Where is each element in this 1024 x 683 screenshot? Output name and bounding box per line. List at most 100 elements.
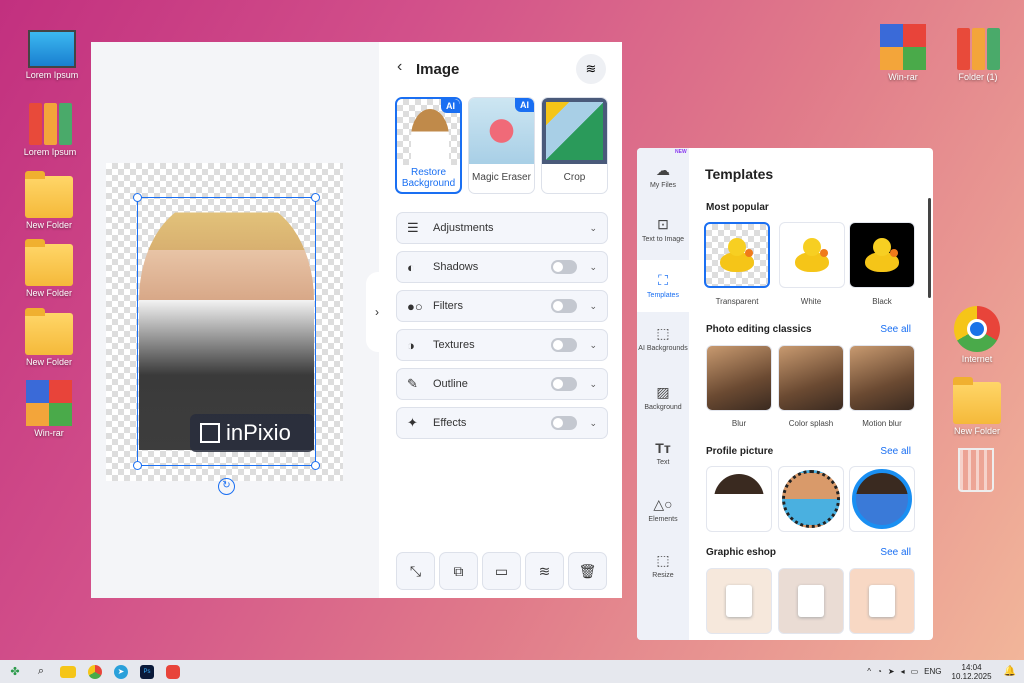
tool-magic-eraser[interactable]: AI Magic Eraser [468,97,535,194]
outline-icon: ✎ [407,376,418,391]
sidebar-item-elements[interactable]: △○ Elements [637,496,689,523]
eshop-template-1[interactable] [706,568,772,634]
layers-order-button[interactable]: ≋ [525,552,564,590]
binders-icon [26,103,74,145]
tool-crop[interactable]: Crop [541,97,608,194]
recycle-bin-icon[interactable] [958,448,994,492]
duplicate-button[interactable]: ⧉ [439,552,478,590]
chevron-down-icon: ⌄ [589,261,597,272]
sidebar-item-text-to-image[interactable]: ⊡ Text to Image [637,216,689,243]
template-motion-blur[interactable] [849,345,915,411]
resize-handle[interactable] [133,193,142,202]
clock[interactable]: 14:04 10.12.2025 [952,663,992,681]
desktop-icon-new-folder-2[interactable]: New Folder [14,239,84,298]
sidebar-item-resize[interactable]: ⬚ Resize [637,552,689,579]
see-all-link[interactable]: See all [880,324,911,335]
profile-template-2[interactable] [778,466,844,532]
chevron-down-icon: ⌄ [589,222,597,233]
folder-icon [25,239,73,286]
outline-row[interactable]: ✎ Outline ⌄ [396,368,608,400]
filters-icon: ●○ [407,298,423,314]
rotate-handle-icon[interactable]: ↻ [218,478,235,495]
sliders-icon: ☰ [407,220,419,235]
sidebar-item-text[interactable]: Tт Text [637,440,689,466]
template-black[interactable] [849,222,915,288]
profile-template-1[interactable] [706,466,772,532]
desktop-icon-internet[interactable]: Internet [942,306,1012,364]
shadows-toggle[interactable] [551,260,578,274]
duck-image [793,238,831,272]
sidebar-item-my-files[interactable]: ☁ My Files [637,162,689,189]
photoshop-icon[interactable]: Ps [140,664,154,679]
network-icon[interactable]: ◔ [877,667,882,676]
textures-toggle[interactable] [551,338,578,352]
desktop-icon-new-folder-3[interactable]: New Folder [14,308,84,367]
editor-canvas[interactable]: inPixio ↻ › [91,42,388,598]
back-button[interactable]: ‹ [397,58,402,76]
textures-row[interactable]: ◑ Textures ⌄ [396,329,608,361]
winrar-icon [26,380,72,426]
template-transparent[interactable] [704,222,770,288]
resize-handle[interactable] [311,461,320,470]
caption: Blur [731,419,747,428]
see-all-link[interactable]: See all [880,547,911,558]
file-explorer-icon[interactable] [60,665,76,678]
start-icon[interactable]: ✤ [4,663,26,681]
delete-button[interactable]: 🗑 [568,552,607,590]
shadows-icon: ◐ [407,259,415,275]
template-color-splash[interactable] [778,345,844,411]
notifications-icon[interactable]: 🔔 [1004,666,1016,677]
templates-window: NEW ☁ My Files ⊡ Text to Image ⛶ Templates … [637,148,933,640]
desktop-icon-lorem-ipsum-monitor[interactable]: Lorem Ipsum [17,30,87,80]
caption: Transparent [715,297,759,306]
template-white[interactable] [779,222,845,288]
elements-icon: △○ [653,496,673,512]
template-blur[interactable] [706,345,772,411]
templates-icon: ⛶ [658,272,668,288]
telegram-icon[interactable]: ➤ [114,664,128,679]
adjustments-row[interactable]: ☰ Adjustments ⌄ [396,212,608,244]
see-all-link[interactable]: See all [880,446,911,457]
effects-toggle[interactable] [551,416,578,430]
sidebar-item-background[interactable]: ▨ Background [637,384,689,411]
new-badge: NEW [675,149,687,155]
caption: White [800,297,822,306]
eshop-template-3[interactable] [849,568,915,634]
sidebar-item-ai-backgrounds[interactable]: ⬚ AI Backgrounds [637,325,689,352]
resize-handle[interactable] [133,461,142,470]
filters-row[interactable]: ●○ Filters ⌄ [396,290,608,322]
chevron-down-icon: ⌄ [589,300,597,311]
chevron-down-icon: ⌄ [589,378,597,389]
display-icon[interactable]: ▭ [911,667,919,676]
monitor-icon [28,30,76,68]
filters-toggle[interactable] [551,299,578,313]
search-icon[interactable]: ⌕ [30,663,52,681]
tool-restore-background[interactable]: AI Restore Background [395,97,462,194]
language-indicator[interactable]: ENG [924,667,941,676]
selection-box[interactable] [137,197,316,466]
effects-row[interactable]: ✦ Effects ⌄ [396,407,608,439]
app-icon[interactable] [166,664,180,679]
outline-toggle[interactable] [551,377,578,391]
eshop-template-2[interactable] [778,568,844,634]
sidebar-item-templates[interactable]: ⛶ Templates [637,260,689,312]
scrollbar[interactable] [928,198,931,298]
desktop-icon-new-folder-right[interactable]: New Folder [942,377,1012,436]
layers-button[interactable]: ≋ [576,54,606,84]
profile-template-3[interactable] [849,466,915,532]
resize-button[interactable]: ⤡ [396,552,435,590]
shadows-row[interactable]: ◐ Shadows ⌄ [396,251,608,283]
flip-button[interactable]: ▭ [482,552,521,590]
desktop-icon-new-folder-1[interactable]: New Folder [14,171,84,230]
tray-chevron-icon[interactable]: ^ [867,667,871,676]
desktop-icon-win-rar-right[interactable]: Win-rar [868,24,938,82]
telegram-tray-icon[interactable]: ➤ [888,667,895,676]
volume-icon[interactable]: ◂ [901,667,905,676]
desktop-icon-lorem-ipsum-binders[interactable]: Lorem Ipsum [15,103,85,157]
folder-icon [25,171,73,218]
resize-handle[interactable] [311,193,320,202]
resize-icon: ⬚ [656,552,670,568]
chrome-icon[interactable] [88,664,102,679]
desktop-icon-folder-1[interactable]: Folder (1) [943,28,1013,82]
desktop-icon-win-rar[interactable]: Win-rar [14,380,84,438]
